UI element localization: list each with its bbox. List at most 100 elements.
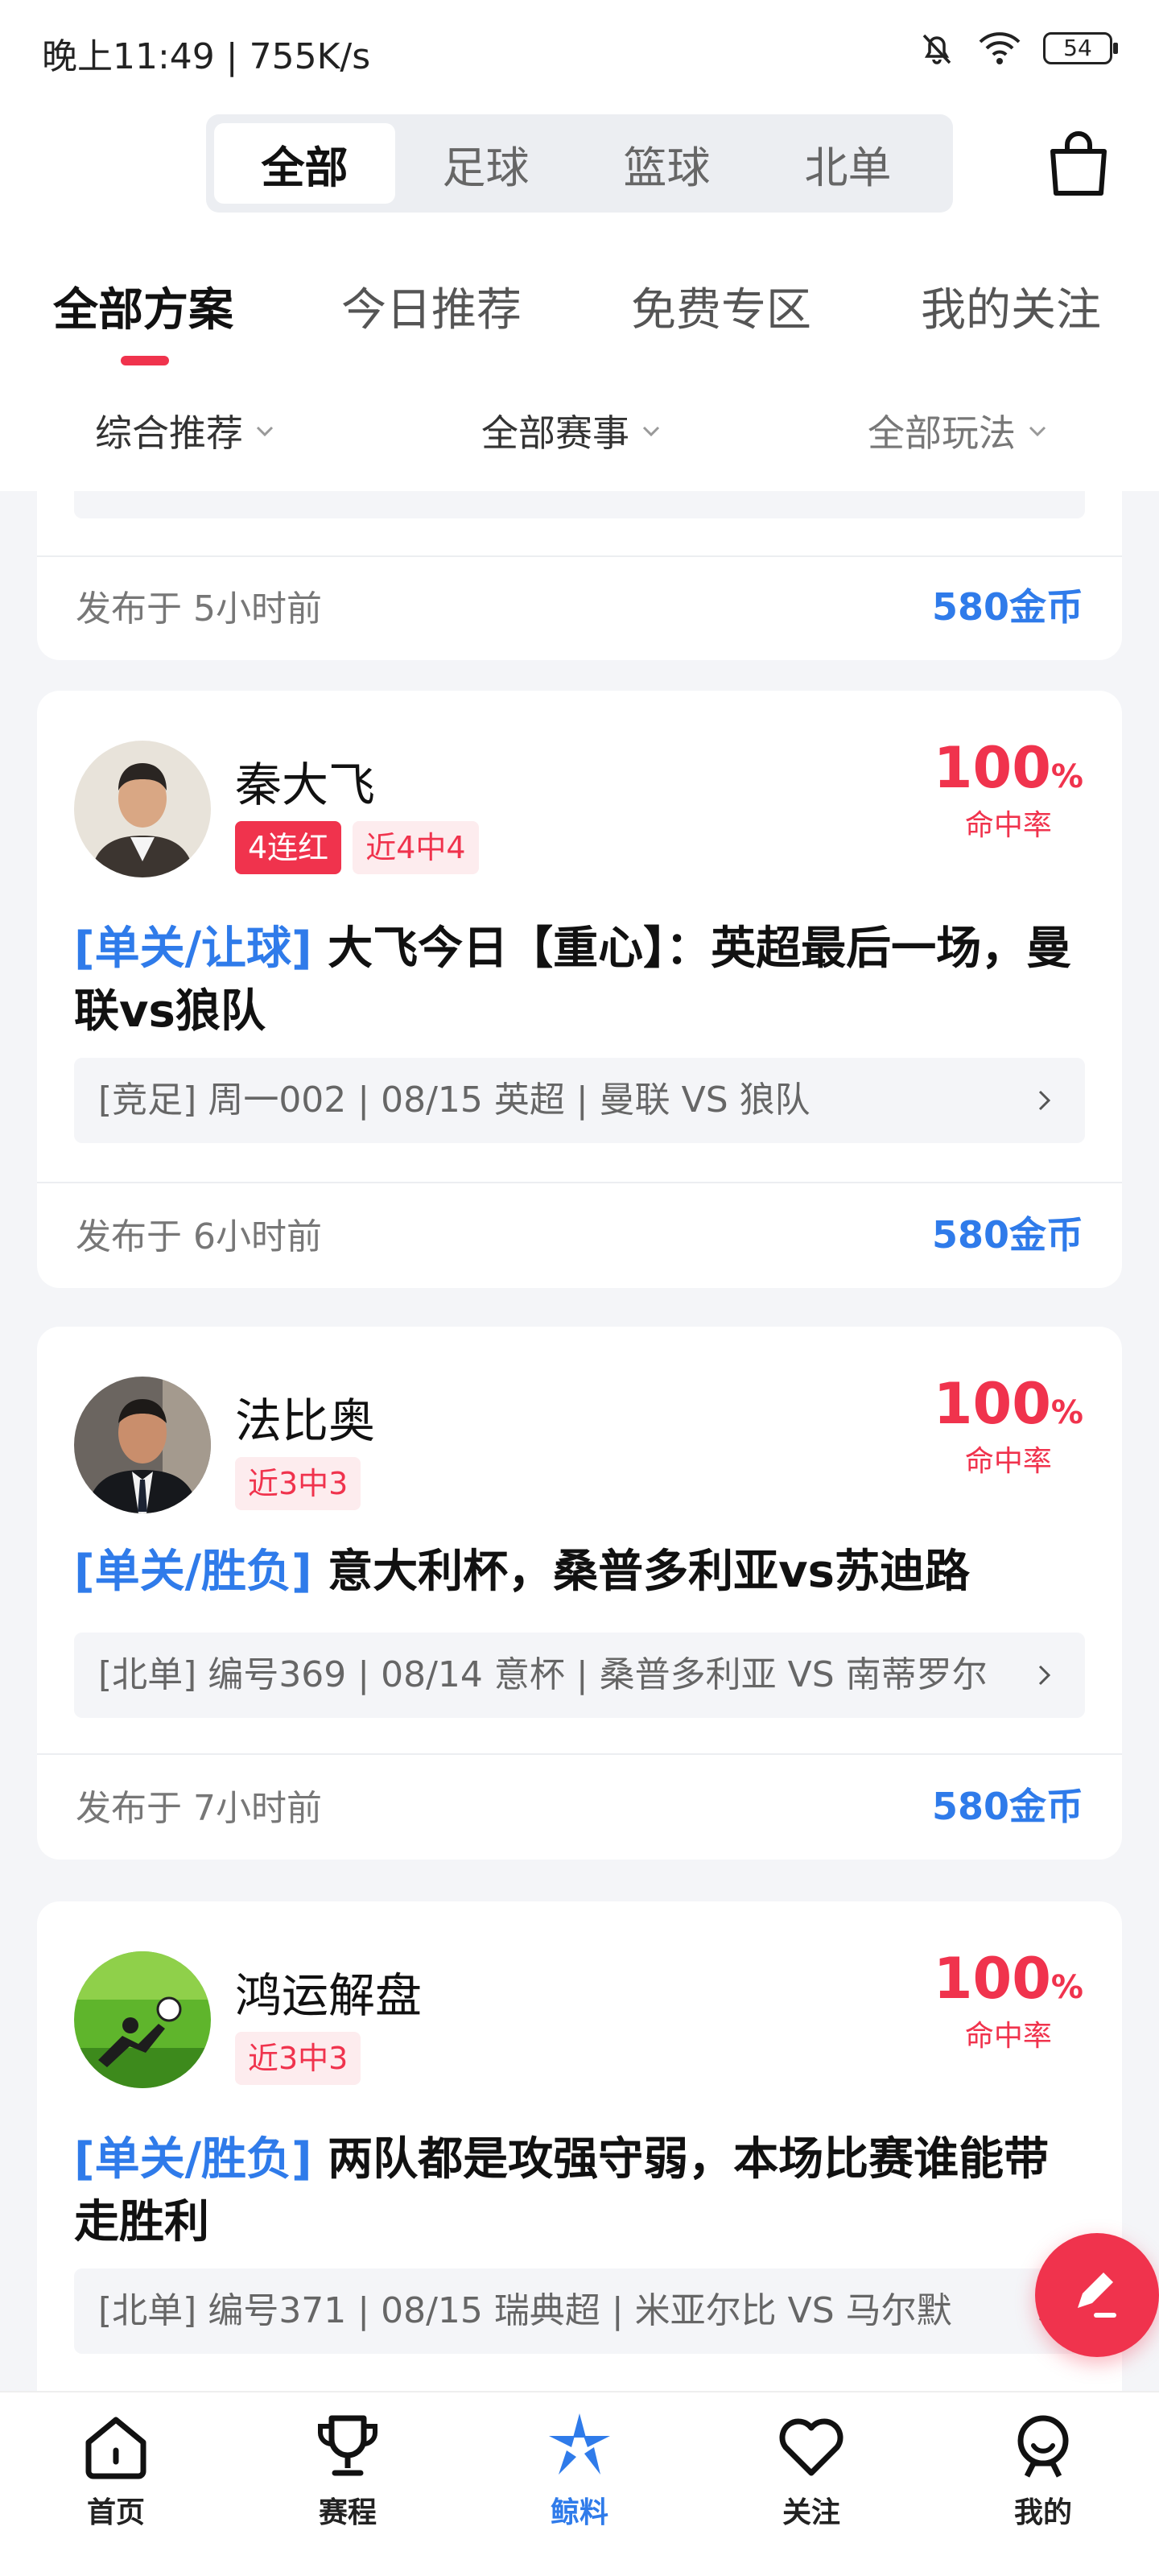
plan-title[interactable]: [单关/让球] 大飞今日【重心】：英超最后一场，曼联vs狼队 [74,918,1085,1043]
plan-title[interactable]: [单关/胜负] 两队都是攻强守弱，本场比赛谁能带走胜利 [74,2128,1085,2254]
filter-play-type-label: 全部玩法 [868,411,1016,455]
tab-all-plans[interactable]: 全部方案 [53,274,233,339]
card-divider [37,555,1122,557]
hit-rate-value: 100 [933,735,1051,801]
author-name[interactable]: 秦大飞 [235,747,375,815]
segment-all[interactable]: 全部 [214,123,395,204]
heart-icon [779,2418,843,2476]
tab-today-picks[interactable]: 今日推荐 [341,274,522,339]
sport-segmented-control: 全部 足球 篮球 北单 [206,114,953,213]
status-icons: 54 [918,29,1118,68]
plan-card[interactable]: 法比奥 近3中3 100% 命中率 [单关/胜负] 意大利杯，桑普多利亚vs苏迪… [37,1327,1122,1860]
avatar-man-tie-icon [74,1377,211,1513]
record-badge: 近3中3 [235,2032,361,2085]
badges: 近3中3 [235,1457,361,1510]
segment-beidan[interactable]: 北单 [757,123,938,204]
badges: 近3中3 [235,2032,361,2085]
hit-rate-label: 命中率 [964,2020,1052,2053]
card-divider [37,1753,1122,1755]
filter-sort-label: 综合推荐 [95,411,243,455]
match-info[interactable]: [北单] 编号371 | 08/15 瑞典超 | 米亚尔比 VS 马尔默 [74,2268,1085,2354]
pencil-icon [1078,2273,1116,2318]
published-time: 发布于 7小时前 [76,1788,322,1829]
record-badge: 近3中3 [235,1457,361,1510]
avatar-man-suit-icon [74,741,211,877]
author-name[interactable]: 法比奥 [235,1383,375,1451]
plan-tabs: 全部方案 今日推荐 免费专区 我的关注 [0,233,1159,378]
plan-title-text: 意大利杯，桑普多利亚vs苏迪路 [328,1546,970,1598]
record-badge: 近4中4 [353,821,479,874]
avatar-soccer-player-icon [74,1951,211,2088]
match-text: [北单] 编号371 | 08/15 瑞典超 | 米亚尔比 VS 马尔默 [98,2290,952,2331]
hit-rate: 100% 命中率 [934,1372,1083,1479]
hit-rate-value: 100 [933,1946,1051,2012]
plan-card[interactable]: 鸿运解盘 近3中3 100% 命中率 [单关/胜负] 两队都是攻强守弱，本场比赛… [37,1901,1122,2391]
hit-rate-label: 命中率 [964,1445,1052,1478]
pinwheel-icon [549,2413,610,2475]
compose-button[interactable] [1035,2233,1159,2357]
plan-tag: [单关/让球] [74,923,312,975]
chevron-right-icon [1038,1090,1051,1111]
filter-sort[interactable]: 综合推荐 [95,404,275,457]
wifi-icon [979,32,1021,64]
filter-competition-label: 全部赛事 [481,411,629,455]
nav-tips[interactable]: 鲸料 [499,2407,660,2531]
hit-rate: 100% 命中率 [934,736,1083,843]
shopping-bag-icon[interactable] [1046,130,1111,198]
nav-schedule-label: 赛程 [318,2496,377,2529]
filter-play-type[interactable]: 全部玩法 [868,404,1048,457]
status-bar: 晚上11:49 | 755K/s 54 [0,0,1159,97]
match-info[interactable]: [北单] 编号369 | 08/14 意杯 | 桑普多利亚 VS 南蒂罗尔 [74,1633,1085,1718]
match-text: [竞足] 周一002 | 08/15 英超 | 曼联 VS 狼队 [98,1080,810,1121]
mute-bell-icon [922,34,951,64]
nav-follow[interactable]: 关注 [731,2407,892,2531]
tab-free-zone[interactable]: 免费专区 [631,274,811,339]
nav-me-label: 我的 [1013,2496,1072,2529]
plan-card-partial[interactable]: 发布于 5小时前 580金币 [37,491,1122,660]
match-text: [北单] 编号369 | 08/14 意杯 | 桑普多利亚 VS 南蒂罗尔 [98,1654,988,1695]
segment-basketball[interactable]: 篮球 [576,123,757,204]
bottom-nav: 首页 赛程 鲸料 关注 我的 [0,2391,1159,2576]
avatar[interactable] [74,1377,211,1513]
plan-tag: [单关/胜负] [74,1546,312,1598]
segment-football[interactable]: 足球 [395,123,576,204]
trophy-icon [318,2415,377,2476]
hit-rate: 100% 命中率 [934,1946,1083,2054]
profile-icon [1017,2415,1069,2478]
plan-feed: 发布于 5小时前 580金币 秦大飞 4连红 近4中4 100% 命中率 [单关… [0,491,1159,2391]
card-divider [37,1182,1122,1183]
filter-bar: 综合推荐 全部赛事 全部玩法 [0,378,1159,491]
nav-home[interactable]: 首页 [35,2407,196,2531]
chevron-down-icon [642,426,660,437]
hit-rate-unit: % [1050,758,1083,795]
top-header: 全部 足球 篮球 北单 [0,97,1159,233]
home-icon [85,2417,146,2479]
nav-me[interactable]: 我的 [963,2407,1124,2531]
plan-tag: [单关/胜负] [74,2133,312,2186]
filter-competition[interactable]: 全部赛事 [481,404,662,457]
hit-rate-unit: % [1050,1969,1083,2006]
nav-follow-label: 关注 [782,2496,840,2529]
streak-badge: 4连红 [235,821,342,874]
nav-tips-label: 鲸料 [550,2496,608,2529]
nav-home-label: 首页 [86,2496,145,2529]
chevron-down-icon [256,426,274,437]
status-time: 晚上11:49 | 755K/s [42,36,371,77]
hit-rate-label: 命中率 [964,809,1052,842]
tab-my-follows[interactable]: 我的关注 [921,274,1101,339]
badges: 4连红 近4中4 [235,821,479,874]
chevron-down-icon [1029,426,1046,437]
price: 580金币 [931,585,1083,629]
hit-rate-value: 100 [933,1371,1051,1437]
avatar[interactable] [74,741,211,877]
battery-icon: 54 [1043,32,1118,64]
chevron-right-icon [1038,1665,1051,1686]
price: 580金币 [931,1213,1083,1257]
match-info[interactable]: [竞足] 周一002 | 08/15 英超 | 曼联 VS 狼队 [74,1058,1085,1143]
plan-card[interactable]: 秦大飞 4连红 近4中4 100% 命中率 [单关/让球] 大飞今日【重心】：英… [37,691,1122,1288]
hit-rate-unit: % [1050,1394,1083,1431]
author-name[interactable]: 鸿运解盘 [235,1958,422,2025]
avatar[interactable] [74,1951,211,2088]
nav-schedule[interactable]: 赛程 [267,2407,428,2531]
plan-title[interactable]: [单关/胜负] 意大利杯，桑普多利亚vs苏迪路 [74,1541,1085,1604]
